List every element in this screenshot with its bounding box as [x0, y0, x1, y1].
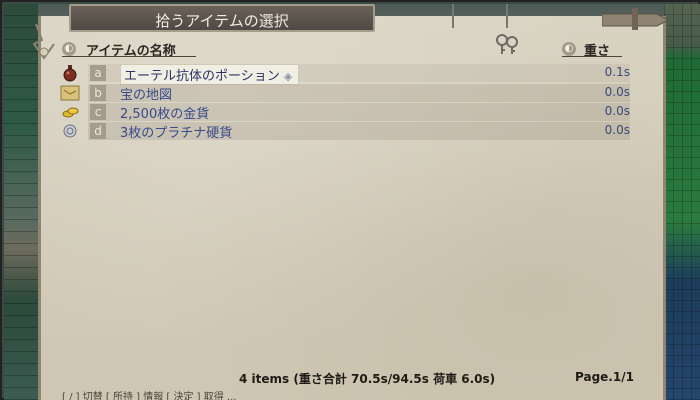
item-weight: 0.1s — [604, 65, 630, 79]
selection-diamond-icon: ◈ — [283, 70, 293, 83]
item-name: 2,500枚の金貨 — [120, 107, 210, 122]
platinum-coin-icon — [63, 124, 77, 138]
list-item[interactable]: b 宝の地図 0.0s — [58, 83, 630, 103]
column-header-row: ◐ アイテムの名称 ◐ 重さ — [62, 40, 632, 59]
treasure-map-icon — [60, 85, 80, 101]
key-hint-bar: [ / ] 切替 [ 所持 ] 情報 [ 決定 ] 取得 ... — [62, 392, 237, 400]
item-weight: 0.0s — [604, 104, 630, 118]
page-indicator: Page.1/1 — [575, 370, 634, 384]
window-title: 拾うアイテムの選択 — [155, 12, 289, 30]
hanging-tools-decoration — [448, 4, 538, 34]
game-world-left — [4, 4, 38, 400]
list-item[interactable]: d 3枚のプラチナ硬貨 0.0s — [58, 121, 630, 141]
item-letter-d: d — [90, 123, 106, 139]
item-name: エーテル抗体のポーション ◈ — [120, 64, 300, 85]
window-title-plate: 拾うアイテムの選択 — [69, 4, 375, 32]
gold-coins-icon — [62, 107, 79, 118]
item-name: 宝の地図 — [120, 88, 173, 103]
item-summary: 4 items (重さ合計 70.5s/94.5s 荷車 6.0s) — [239, 372, 496, 386]
item-letter-a: a — [90, 65, 106, 81]
item-letter-c: c — [90, 104, 106, 120]
game-world-right — [664, 4, 700, 400]
item-name: 3枚のプラチナ硬貨 — [120, 126, 233, 141]
weight-column-bullet-icon: ◐ — [562, 42, 576, 56]
sword-decoration — [602, 8, 670, 30]
list-item[interactable]: c 2,500枚の金貨 0.0s — [58, 102, 630, 122]
lamp-icon — [32, 23, 55, 60]
item-letter-b: b — [90, 85, 106, 101]
name-column-bullet-icon: ◐ — [62, 42, 76, 56]
name-column-underline — [62, 56, 196, 57]
list-item[interactable]: a エーテル抗体のポーション ◈ 0.1s — [58, 63, 630, 85]
item-weight: 0.0s — [604, 123, 630, 137]
weight-column-underline — [562, 56, 622, 57]
potion-icon — [63, 65, 77, 82]
item-weight: 0.0s — [604, 85, 630, 99]
screen-frame: 拾うアイテムの選択 ◐ アイテムの名称 ◐ 重さ a エーテル抗体のポーション — [0, 0, 700, 400]
item-name-text: エーテル抗体のポーション — [124, 69, 280, 84]
